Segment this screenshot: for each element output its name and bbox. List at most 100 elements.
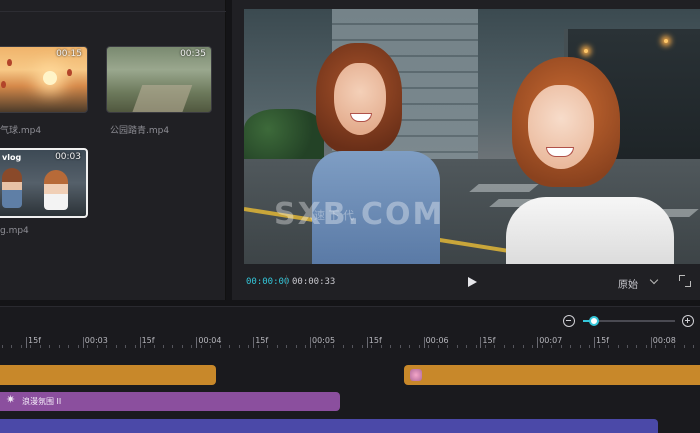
zoom-out-icon[interactable] [563, 315, 575, 327]
ruler-minor-tick [352, 345, 354, 348]
ruler-frame-label: 15f [596, 336, 609, 345]
ruler-minor-tick [11, 345, 13, 348]
ruler-minor-tick [361, 345, 363, 348]
ruler-minor-tick [286, 345, 288, 348]
person-graphic [44, 170, 68, 210]
ruler-minor-tick [399, 345, 401, 348]
timeline-zoom-slider[interactable] [583, 316, 675, 326]
sparkle-icon [6, 393, 17, 407]
ruler-minor-tick [532, 345, 534, 348]
ruler-minor-tick [49, 345, 51, 348]
ruler-minor-tick [248, 345, 250, 348]
ruler-minor-tick [579, 345, 581, 348]
ruler-frame-label: 15f [368, 336, 382, 345]
watermark: SXB.COM [274, 197, 445, 232]
preview-video[interactable]: SXB.COM 速 下 代 [244, 9, 700, 264]
ruler-minor-tick [238, 345, 240, 348]
ruler-minor-tick [181, 345, 183, 348]
ruler-tick [480, 337, 482, 348]
ruler-minor-tick [20, 345, 22, 348]
ruler-time-label: 00:06 [425, 336, 449, 345]
main-video-clip[interactable] [0, 419, 658, 433]
play-icon[interactable] [464, 274, 480, 290]
ruler-minor-tick [2, 345, 3, 348]
video-editor: 00:15 气球.mp4 00:35 公园踏青.mp4 vlog 00:03 g… [0, 0, 700, 433]
zoom-in-icon[interactable] [682, 315, 694, 327]
ruler-minor-tick [257, 345, 259, 348]
ruler-time-label: 00:03 [84, 336, 108, 345]
ruler-tick [310, 337, 311, 348]
ruler-minor-tick [30, 345, 32, 348]
watermark-cn: 速 下 代 [314, 209, 354, 222]
media-thumb-balloon[interactable]: 00:15 [0, 46, 88, 113]
ruler-minor-tick [617, 345, 619, 348]
media-panel-header [0, 0, 226, 12]
ruler-minor-tick [437, 345, 439, 348]
ruler-tick [537, 337, 539, 348]
ruler-minor-tick [305, 345, 307, 348]
ruler-minor-tick [503, 345, 505, 348]
park-path-graphic [131, 85, 193, 112]
ruler-tick [196, 337, 198, 348]
ruler-time-label: 00:04 [198, 336, 222, 345]
ruler-minor-tick [162, 345, 164, 348]
ruler-minor-tick [58, 345, 60, 348]
preview-player: SXB.COM 速 下 代 00:00:00 00:00:33 原始 [232, 0, 700, 300]
ruler-minor-tick [636, 345, 638, 348]
ruler-minor-tick [551, 345, 553, 348]
player-controls: 00:00:00 00:00:33 原始 [244, 272, 700, 292]
ruler-time-label: 00:08 [652, 336, 676, 345]
ruler-minor-tick [409, 345, 411, 348]
ruler-minor-tick [342, 345, 344, 348]
sticker-clip[interactable] [0, 365, 216, 385]
ruler-frame-label: 15f [482, 336, 496, 345]
ruler-minor-tick [693, 345, 695, 348]
ruler-tick [594, 337, 595, 348]
lamp-graphic [664, 39, 668, 43]
ruler-tick [253, 337, 255, 348]
ruler-minor-tick [87, 345, 89, 348]
ruler-minor-tick [664, 345, 666, 348]
ruler-minor-tick [172, 345, 174, 348]
vlog-tag: vlog [2, 153, 22, 162]
ruler-minor-tick [598, 345, 600, 348]
current-timecode: 00:00:00 [246, 277, 290, 287]
ruler-minor-tick [428, 345, 430, 348]
ruler-minor-tick [541, 345, 543, 348]
zoom-slider-handle[interactable] [589, 316, 600, 326]
media-filename: 公园踏青.mp4 [110, 126, 170, 136]
ruler-minor-tick [655, 345, 657, 348]
ruler-minor-tick [475, 345, 477, 348]
total-timecode: 00:00:33 [292, 277, 336, 287]
media-thumb-park[interactable]: 00:35 [106, 46, 212, 113]
ruler-tick [366, 337, 368, 348]
ruler-minor-tick [314, 345, 316, 348]
ruler-minor-tick [191, 345, 193, 348]
ruler-minor-tick [295, 345, 297, 348]
chevron-down-icon[interactable] [648, 275, 662, 289]
ruler-minor-tick [333, 345, 335, 348]
media-thumb-vlog[interactable]: vlog 00:03 [0, 148, 88, 218]
ruler-minor-tick [380, 345, 382, 348]
aspect-ratio-select[interactable]: 原始 [618, 276, 638, 291]
ruler-time-label: 00:05 [312, 336, 336, 345]
ruler-minor-tick [560, 345, 562, 348]
ruler-minor-tick [210, 345, 212, 348]
ruler-frame-label: 15f [141, 336, 155, 345]
time-ruler[interactable]: 15f 00:03 15f 00:04 15f 00:05 15f 00:06 15f 00:07… [0, 333, 700, 351]
ruler-minor-tick [390, 345, 392, 348]
effect-clip[interactable]: 浪漫氛围 II [0, 392, 340, 411]
ruler-minor-tick [484, 345, 486, 348]
person-right-graphic [506, 57, 674, 264]
ruler-tick [26, 337, 27, 348]
media-duration: 00:15 [56, 49, 82, 59]
fullscreen-icon[interactable] [678, 274, 692, 288]
sticker-clip[interactable] [404, 365, 700, 385]
ruler-minor-tick [683, 345, 685, 348]
ruler-frame-label: 15f [255, 336, 269, 345]
balloon-graphic [7, 59, 12, 66]
sun-graphic [43, 71, 57, 85]
lamp-graphic [584, 49, 588, 53]
sticker-icon [410, 369, 422, 381]
ruler-minor-tick [418, 345, 420, 348]
